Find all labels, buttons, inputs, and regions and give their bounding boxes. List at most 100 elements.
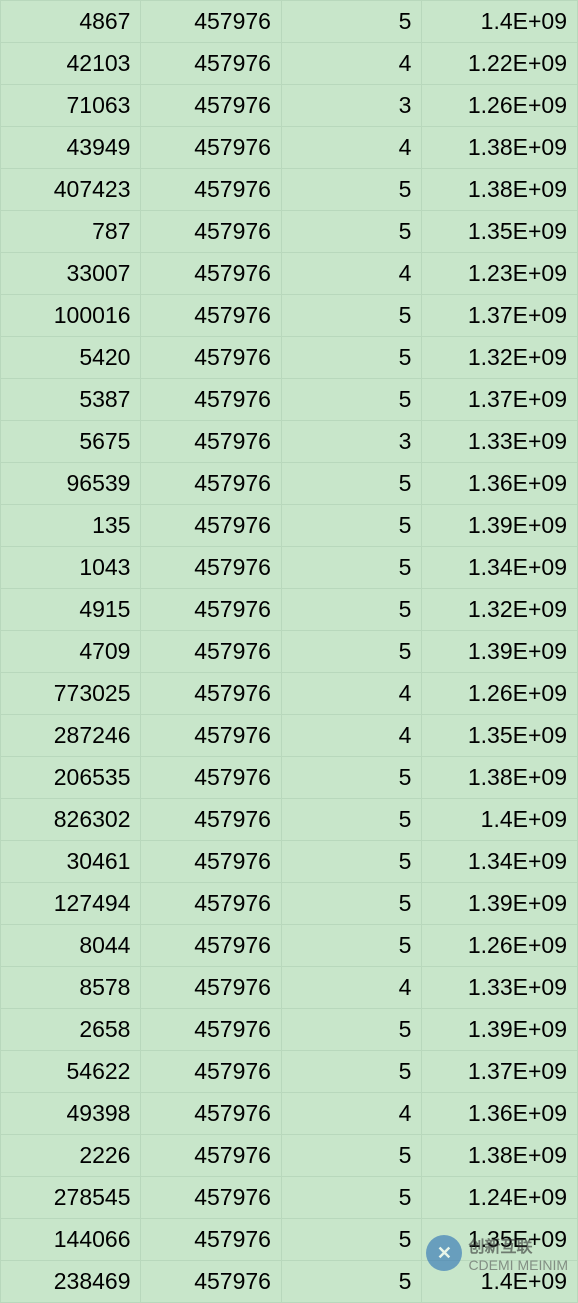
- cell[interactable]: 457976: [141, 1051, 281, 1093]
- cell[interactable]: 1.32E+09: [422, 337, 578, 379]
- cell[interactable]: 1.4E+09: [422, 799, 578, 841]
- cell[interactable]: 773025: [1, 673, 141, 715]
- cell[interactable]: 1.38E+09: [422, 127, 578, 169]
- cell[interactable]: 5: [281, 295, 421, 337]
- cell[interactable]: 457976: [141, 1177, 281, 1219]
- cell[interactable]: 1.4E+09: [422, 1, 578, 43]
- cell[interactable]: 5: [281, 841, 421, 883]
- cell[interactable]: 5420: [1, 337, 141, 379]
- cell[interactable]: 5: [281, 1219, 421, 1261]
- cell[interactable]: 457976: [141, 505, 281, 547]
- cell[interactable]: 457976: [141, 1, 281, 43]
- cell[interactable]: 1.33E+09: [422, 967, 578, 1009]
- cell[interactable]: 144066: [1, 1219, 141, 1261]
- cell[interactable]: 4915: [1, 589, 141, 631]
- cell[interactable]: 5: [281, 883, 421, 925]
- cell[interactable]: 5: [281, 463, 421, 505]
- cell[interactable]: 5: [281, 1135, 421, 1177]
- cell[interactable]: 1.26E+09: [422, 673, 578, 715]
- cell[interactable]: 135: [1, 505, 141, 547]
- cell[interactable]: 8044: [1, 925, 141, 967]
- cell[interactable]: 1.39E+09: [422, 631, 578, 673]
- cell[interactable]: 457976: [141, 1135, 281, 1177]
- cell[interactable]: 5: [281, 1009, 421, 1051]
- cell[interactable]: 1.22E+09: [422, 43, 578, 85]
- cell[interactable]: 30461: [1, 841, 141, 883]
- cell[interactable]: 1.38E+09: [422, 757, 578, 799]
- cell[interactable]: 457976: [141, 421, 281, 463]
- cell[interactable]: 33007: [1, 253, 141, 295]
- cell[interactable]: 1.36E+09: [422, 1093, 578, 1135]
- cell[interactable]: 457976: [141, 253, 281, 295]
- cell[interactable]: 287246: [1, 715, 141, 757]
- cell[interactable]: 4709: [1, 631, 141, 673]
- cell[interactable]: 1.33E+09: [422, 421, 578, 463]
- cell[interactable]: 100016: [1, 295, 141, 337]
- cell[interactable]: 1.38E+09: [422, 169, 578, 211]
- cell[interactable]: 5387: [1, 379, 141, 421]
- cell[interactable]: 1.39E+09: [422, 883, 578, 925]
- cell[interactable]: 127494: [1, 883, 141, 925]
- cell[interactable]: 1.39E+09: [422, 1009, 578, 1051]
- cell[interactable]: 1.35E+09: [422, 211, 578, 253]
- cell[interactable]: 5: [281, 1261, 421, 1303]
- cell[interactable]: 3: [281, 421, 421, 463]
- cell[interactable]: 2658: [1, 1009, 141, 1051]
- cell[interactable]: 457976: [141, 1261, 281, 1303]
- cell[interactable]: 457976: [141, 589, 281, 631]
- cell[interactable]: 4: [281, 127, 421, 169]
- cell[interactable]: 1.37E+09: [422, 1051, 578, 1093]
- cell[interactable]: 1.38E+09: [422, 1135, 578, 1177]
- cell[interactable]: 5: [281, 337, 421, 379]
- cell[interactable]: 4: [281, 253, 421, 295]
- cell[interactable]: 457976: [141, 463, 281, 505]
- cell[interactable]: 1.39E+09: [422, 505, 578, 547]
- cell[interactable]: 1.34E+09: [422, 547, 578, 589]
- cell[interactable]: 457976: [141, 883, 281, 925]
- cell[interactable]: 96539: [1, 463, 141, 505]
- cell[interactable]: 1.32E+09: [422, 589, 578, 631]
- cell[interactable]: 5: [281, 547, 421, 589]
- cell[interactable]: 457976: [141, 1093, 281, 1135]
- cell[interactable]: 5: [281, 631, 421, 673]
- cell[interactable]: 5: [281, 169, 421, 211]
- cell[interactable]: 278545: [1, 1177, 141, 1219]
- cell[interactable]: 457976: [141, 127, 281, 169]
- cell[interactable]: 54622: [1, 1051, 141, 1093]
- cell[interactable]: 4: [281, 43, 421, 85]
- cell[interactable]: 457976: [141, 925, 281, 967]
- cell[interactable]: 4: [281, 673, 421, 715]
- cell[interactable]: 238469: [1, 1261, 141, 1303]
- cell[interactable]: 5: [281, 379, 421, 421]
- cell[interactable]: 457976: [141, 211, 281, 253]
- cell[interactable]: 457976: [141, 43, 281, 85]
- cell[interactable]: 457976: [141, 967, 281, 1009]
- cell[interactable]: 1.36E+09: [422, 463, 578, 505]
- cell[interactable]: 5: [281, 505, 421, 547]
- cell[interactable]: 49398: [1, 1093, 141, 1135]
- cell[interactable]: 1.34E+09: [422, 841, 578, 883]
- cell[interactable]: 206535: [1, 757, 141, 799]
- cell[interactable]: 43949: [1, 127, 141, 169]
- cell[interactable]: 4867: [1, 1, 141, 43]
- cell[interactable]: 5: [281, 1, 421, 43]
- cell[interactable]: 457976: [141, 757, 281, 799]
- cell[interactable]: 826302: [1, 799, 141, 841]
- cell[interactable]: 787: [1, 211, 141, 253]
- cell[interactable]: 457976: [141, 547, 281, 589]
- cell[interactable]: 1.23E+09: [422, 253, 578, 295]
- cell[interactable]: 457976: [141, 295, 281, 337]
- cell[interactable]: 5: [281, 799, 421, 841]
- cell[interactable]: 5: [281, 757, 421, 799]
- cell[interactable]: 1.26E+09: [422, 85, 578, 127]
- cell[interactable]: 457976: [141, 631, 281, 673]
- cell[interactable]: 457976: [141, 379, 281, 421]
- cell[interactable]: 457976: [141, 337, 281, 379]
- cell[interactable]: 1043: [1, 547, 141, 589]
- cell[interactable]: 457976: [141, 715, 281, 757]
- cell[interactable]: 71063: [1, 85, 141, 127]
- cell[interactable]: 5: [281, 1177, 421, 1219]
- cell[interactable]: 457976: [141, 169, 281, 211]
- cell[interactable]: 8578: [1, 967, 141, 1009]
- cell[interactable]: 4: [281, 715, 421, 757]
